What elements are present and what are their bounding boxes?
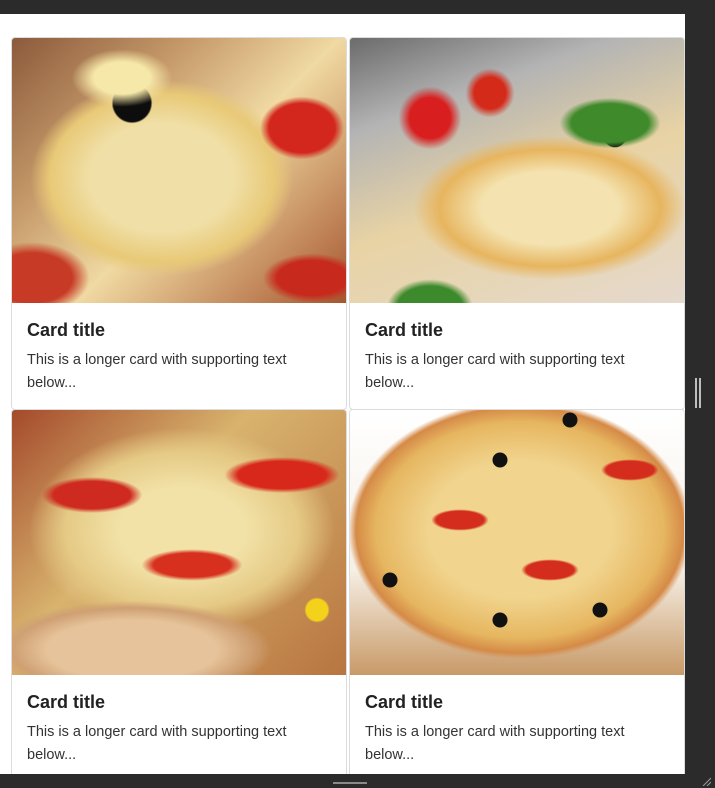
card[interactable]: Card title This is a longer card with su… — [11, 409, 347, 774]
card-image — [350, 38, 684, 303]
card-image — [12, 410, 346, 675]
card-body: Card title This is a longer card with su… — [12, 675, 346, 774]
card[interactable]: Card title This is a longer card with su… — [349, 409, 685, 774]
card-image — [12, 38, 346, 303]
card-title: Card title — [365, 692, 444, 712]
card-title: Card title — [365, 320, 444, 340]
card-text: This is a longer card with supporting te… — [27, 724, 287, 763]
card-body: Card title This is a longer card with su… — [350, 675, 684, 774]
card-title: Card title — [27, 320, 106, 340]
vertical-drag-handle-icon[interactable] — [695, 378, 701, 408]
card-text: This is a longer card with supporting te… — [27, 352, 287, 391]
horizontal-drag-handle-icon[interactable] — [333, 782, 367, 784]
card-text: This is a longer card with supporting te… — [365, 724, 625, 763]
card-title: Card title — [27, 692, 106, 712]
window-bottom-bar — [0, 774, 715, 788]
card[interactable]: Card title This is a longer card with su… — [11, 37, 347, 410]
card-image — [350, 410, 684, 675]
card-body: Card title This is a longer card with su… — [12, 303, 346, 409]
card-body: Card title This is a longer card with su… — [350, 303, 684, 409]
content-viewport: Card title This is a longer card with su… — [0, 14, 685, 774]
window-top-bar — [0, 0, 715, 14]
card[interactable]: Card title This is a longer card with su… — [349, 37, 685, 410]
card-text: This is a longer card with supporting te… — [365, 352, 625, 391]
resize-grip-icon[interactable] — [701, 776, 711, 786]
